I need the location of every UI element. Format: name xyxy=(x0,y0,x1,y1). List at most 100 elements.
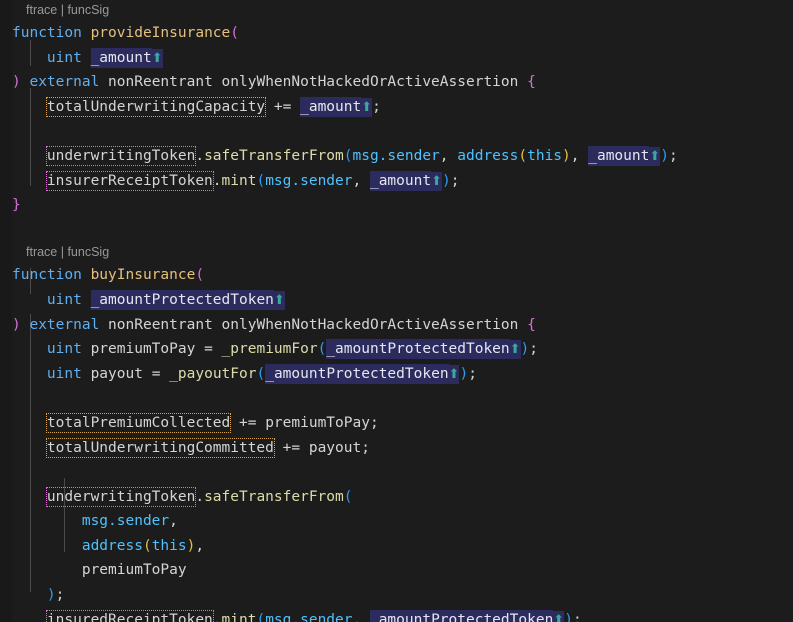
semicolon: ; xyxy=(450,172,460,189)
param-amountprotectedtoken: _amountProtectedToken xyxy=(90,289,274,310)
paren-close-sig: ) xyxy=(12,74,21,91)
code-content[interactable]: ftrace | funcSig function provideInsuran… xyxy=(12,0,793,622)
code-editor[interactable]: ftrace | funcSig function provideInsuran… xyxy=(0,0,793,622)
code-line: uint _amount⬆ xyxy=(12,46,793,71)
code-line: totalUnderwritingCapacity += _amount⬆; xyxy=(12,95,793,120)
semicolon: ; xyxy=(369,414,379,431)
code-line: ) external nonReentrant onlyWhenNotHacke… xyxy=(12,70,793,95)
code-line: uint _amountProtectedToken⬆ xyxy=(12,288,793,313)
operator-plus-equals: += xyxy=(238,414,257,431)
code-line: ); xyxy=(12,583,793,608)
external-contract-insurerreceipttoken: insurerReceiptToken xyxy=(45,170,214,191)
function-name-buyinsurance: buyInsurance xyxy=(90,267,196,284)
codelens-buyinsurance[interactable]: ftrace | funcSig xyxy=(12,242,793,263)
code-line: ) external nonReentrant onlyWhenNotHacke… xyxy=(12,313,793,338)
semicolon: ; xyxy=(668,147,678,164)
keyword-uint: uint xyxy=(46,365,82,382)
brace-open: { xyxy=(527,316,536,333)
param-apt-ref: _amountProtectedToken xyxy=(369,609,554,622)
semicolon: ; xyxy=(572,611,582,622)
comma: , xyxy=(439,147,449,164)
code-line: underwritingToken.safeTransferFrom( xyxy=(12,485,793,510)
call-premiumfor: _premiumFor xyxy=(221,341,318,358)
keyword-uint: uint xyxy=(46,291,82,308)
function-name-provideinsurance: provideInsurance xyxy=(90,25,231,41)
code-line: insuredReceiptToken.mint(msg.sender, _am… xyxy=(12,608,793,622)
dot: . xyxy=(212,172,222,189)
paren-close: ) xyxy=(562,147,571,164)
state-var-totalunderwritingcapacity: totalUnderwritingCapacity xyxy=(45,96,267,117)
keyword-uint: uint xyxy=(46,341,82,358)
keyword-address: address xyxy=(457,147,519,164)
code-line: totalUnderwritingCommitted += payout; xyxy=(12,436,793,461)
keyword-this: this xyxy=(527,147,563,164)
modifier-onlywhennothacked: onlyWhenNotHackedOrActiveAssertion xyxy=(221,316,519,333)
keyword-this: this xyxy=(151,537,187,554)
code-line: insurerReceiptToken.mint(msg.sender, _am… xyxy=(12,169,793,194)
code-line: premiumToPay xyxy=(12,558,793,583)
brace-close: } xyxy=(12,197,21,214)
paren-close: ) xyxy=(46,587,56,604)
external-contract-underwritingtoken: underwritingToken xyxy=(45,486,197,507)
msg-sender: msg.sender xyxy=(81,513,170,530)
code-line: uint payout = _payoutFor(_amountProtecte… xyxy=(12,362,793,387)
comma: , xyxy=(169,513,178,530)
paren-open: ( xyxy=(230,25,239,41)
comma: , xyxy=(570,147,580,164)
code-line: totalPremiumCollected += premiumToPay; xyxy=(12,411,793,436)
call-mint: mint xyxy=(221,172,257,189)
state-var-totalpremiumcollected: totalPremiumCollected xyxy=(45,412,232,433)
paren-close: ) xyxy=(459,365,469,382)
code-line: } xyxy=(12,193,793,218)
paren-open: ( xyxy=(256,172,266,189)
up-arrow-icon: ⬆ xyxy=(361,97,373,117)
dot: . xyxy=(195,147,205,164)
msg-sender: msg.sender xyxy=(352,147,440,164)
up-arrow-icon: ⬆ xyxy=(509,340,521,360)
code-line: uint premiumToPay = _premiumFor(_amountP… xyxy=(12,337,793,362)
paren-open: ( xyxy=(256,611,266,622)
operator-plus-equals: += xyxy=(282,439,301,456)
code-line: underwritingToken.safeTransferFrom (msg.s… xyxy=(12,144,793,169)
param-apt-ref: _amountProtectedToken xyxy=(326,339,510,360)
local-premiumtopay-ref: premiumToPay xyxy=(265,414,370,431)
paren-close: ) xyxy=(660,147,669,164)
editor-gutter xyxy=(0,0,12,622)
param-amount-ref: _amount xyxy=(369,170,432,191)
semicolon: ; xyxy=(468,365,477,382)
operator-plus-equals: += xyxy=(273,98,292,115)
semicolon: ; xyxy=(529,341,539,358)
code-line: function provideInsurance( xyxy=(12,21,793,46)
comma: , xyxy=(195,537,205,554)
external-contract-underwritingtoken: underwritingToken xyxy=(45,145,197,166)
keyword-external: external xyxy=(29,316,100,333)
up-arrow-icon: ⬆ xyxy=(448,364,460,384)
paren-close: ) xyxy=(441,172,451,189)
semicolon: ; xyxy=(372,98,381,115)
local-payout: payout xyxy=(90,365,143,382)
local-premiumtopay-ref: premiumToPay xyxy=(81,562,187,579)
paren-open: ( xyxy=(195,267,205,284)
paren-open: ( xyxy=(256,365,266,382)
comma: , xyxy=(352,172,362,189)
msg-sender: msg.sender xyxy=(265,611,353,622)
call-mint: mint xyxy=(221,611,257,622)
paren-open: ( xyxy=(317,341,327,358)
up-arrow-icon: ⬆ xyxy=(431,171,442,191)
call-payoutfor: _payoutFor xyxy=(169,365,257,382)
codelens-provideinsurance[interactable]: ftrace | funcSig xyxy=(12,0,793,21)
up-arrow-icon: ⬆ xyxy=(151,48,163,68)
semicolon: ; xyxy=(361,439,370,456)
param-amount-ref: _amount xyxy=(300,96,362,117)
call-safetransferfrom: safeTransferFrom xyxy=(204,147,344,164)
up-arrow-icon: ⬆ xyxy=(273,290,285,310)
keyword-function: function xyxy=(12,267,82,284)
param-amount-ref: _amount xyxy=(588,145,650,166)
external-contract-insuredreceipttoken: insuredReceiptToken xyxy=(45,609,214,622)
paren-open: ( xyxy=(343,488,353,505)
msg-sender: msg.sender xyxy=(265,172,353,189)
